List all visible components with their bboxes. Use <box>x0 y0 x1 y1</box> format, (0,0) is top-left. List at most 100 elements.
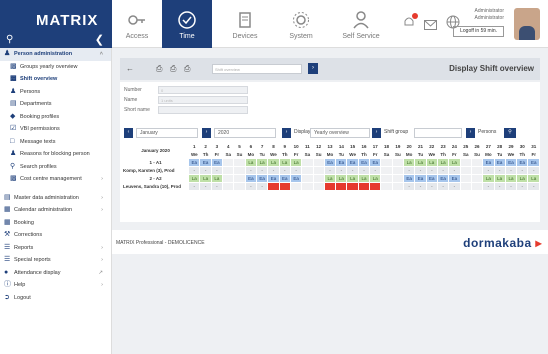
schedule-cell[interactable]: La <box>493 174 506 183</box>
schedule-cell[interactable]: La <box>482 174 495 183</box>
schedule-cell[interactable] <box>233 182 246 191</box>
schedule-cell[interactable]: La <box>278 158 291 167</box>
schedule-cell[interactable]: Ea <box>482 158 495 167</box>
schedule-cell[interactable] <box>369 182 382 191</box>
schedule-cell[interactable]: - <box>335 166 348 175</box>
schedule-cell[interactable] <box>233 166 246 175</box>
shortname-field[interactable] <box>158 106 248 114</box>
next-button[interactable]: › <box>202 128 211 138</box>
sidebar-item-attendance-display[interactable]: ● Attendance display ↗ <box>0 267 111 280</box>
schedule-cell[interactable]: Ea <box>255 174 269 183</box>
schedule-cell[interactable]: - <box>493 166 506 175</box>
schedule-cell[interactable]: Ea <box>346 158 359 167</box>
schedule-cell[interactable]: - <box>403 166 416 175</box>
schedule-cell[interactable]: - <box>527 182 540 191</box>
schedule-cell[interactable]: La <box>188 174 201 183</box>
printer-icon[interactable]: ⎙ <box>156 64 162 74</box>
schedule-cell[interactable] <box>357 182 371 191</box>
sidebar-item-reports[interactable]: ☰ Reports › <box>0 242 111 255</box>
schedule-cell[interactable]: La <box>323 174 337 183</box>
schedule-cell[interactable]: - <box>369 166 382 175</box>
schedule-cell[interactable]: - <box>504 182 518 191</box>
schedule-cell[interactable]: La <box>448 158 461 167</box>
sidebar-item-message-texts[interactable]: □ Message texts <box>0 136 111 149</box>
schedule-cell[interactable]: - <box>482 182 495 191</box>
back-icon[interactable]: ← <box>126 64 134 73</box>
schedule-cell[interactable]: La <box>504 174 518 183</box>
persons-button[interactable]: › <box>466 128 475 138</box>
schedule-cell[interactable]: La <box>425 158 438 167</box>
schedule-cell[interactable]: La <box>267 158 280 167</box>
schedule-cell[interactable]: Ea <box>493 158 506 167</box>
name-field[interactable]: 1 units <box>158 96 248 104</box>
schedule-cell[interactable] <box>222 158 235 167</box>
schedule-cell[interactable]: La <box>335 174 348 183</box>
schedule-cell[interactable]: - <box>482 166 495 175</box>
schedule-cell[interactable] <box>459 174 472 183</box>
schedule-cell[interactable]: La <box>289 158 303 167</box>
schedule-cell[interactable]: - <box>278 166 291 175</box>
schedule-cell[interactable] <box>391 166 405 175</box>
schedule-cell[interactable]: - <box>425 166 438 175</box>
schedule-cell[interactable]: Ea <box>335 158 348 167</box>
sidebar-item-reasons-blocking[interactable]: ♟ Reasons for blocking person <box>0 148 111 161</box>
schedule-cell[interactable]: - <box>267 166 280 175</box>
schedule-cell[interactable]: Ea <box>289 174 303 183</box>
schedule-cell[interactable]: La <box>403 158 416 167</box>
schedule-cell[interactable]: - <box>414 182 427 191</box>
schedule-cell[interactable]: La <box>436 158 450 167</box>
schedule-cell[interactable] <box>391 174 405 183</box>
sidebar-item-logout[interactable]: ➲ Logout <box>0 292 111 305</box>
schedule-cell[interactable] <box>459 158 472 167</box>
schedule-cell[interactable] <box>346 182 359 191</box>
schedule-cell[interactable]: La <box>255 158 269 167</box>
schedule-cell[interactable] <box>301 174 314 183</box>
printer-icon[interactable]: ⎙ <box>170 64 176 74</box>
sidebar-item-persons[interactable]: ♟ Persons <box>0 86 111 99</box>
sidebar-item-vbi-permissions[interactable]: ☑ VBI permissions <box>0 123 111 136</box>
schedule-cell[interactable]: - <box>516 182 529 191</box>
schedule-cell[interactable]: - <box>210 166 224 175</box>
logout-button[interactable]: Logoff in 59 min. <box>453 26 504 37</box>
schedule-cell[interactable]: - <box>493 182 506 191</box>
schedule-cell[interactable]: Ea <box>516 158 529 167</box>
schedule-cell[interactable] <box>380 166 393 175</box>
schedule-cell[interactable]: La <box>414 158 427 167</box>
sidebar-item-groups-yearly-overview[interactable]: ▩ Groups yearly overview <box>0 61 111 74</box>
schedule-cell[interactable]: - <box>436 182 450 191</box>
schedule-cell[interactable] <box>312 158 325 167</box>
schedule-cell[interactable]: Ea <box>323 158 337 167</box>
schedule-cell[interactable]: - <box>199 182 212 191</box>
schedule-cell[interactable]: Ea <box>188 158 201 167</box>
sidebar-item-shift-overview[interactable]: ▩ Shift overview <box>0 73 111 86</box>
number-field[interactable]: 0 <box>158 86 248 94</box>
schedule-cell[interactable]: La <box>357 174 371 183</box>
schedule-cell[interactable]: La <box>199 174 212 183</box>
search-icon[interactable]: ⚲ <box>6 34 13 45</box>
prev-button[interactable]: ‹ <box>124 128 133 138</box>
schedule-cell[interactable]: La <box>210 174 224 183</box>
schedule-cell[interactable] <box>391 158 405 167</box>
schedule-cell[interactable]: La <box>346 174 359 183</box>
sidebar-item-booking-profiles[interactable]: ◆ Booking profiles <box>0 111 111 124</box>
schedule-cell[interactable]: - <box>188 182 201 191</box>
schedule-cell[interactable]: - <box>289 166 303 175</box>
sidebar-item-corrections[interactable]: ⚒ Corrections <box>0 229 111 242</box>
chevron-left-icon[interactable]: ❮ <box>95 33 104 46</box>
schedule-cell[interactable]: - <box>448 166 461 175</box>
schedule-cell[interactable] <box>459 166 472 175</box>
schedule-cell[interactable] <box>222 182 235 191</box>
schedule-cell[interactable]: Ea <box>244 174 258 183</box>
schedule-cell[interactable]: - <box>516 166 529 175</box>
schedule-cell[interactable]: Ea <box>278 174 291 183</box>
schedule-cell[interactable] <box>233 158 246 167</box>
schedule-cell[interactable] <box>301 158 314 167</box>
schedule-cell[interactable]: - <box>323 166 337 175</box>
schedule-cell[interactable] <box>222 174 235 183</box>
schedule-cell[interactable]: Ea <box>425 174 438 183</box>
display-button[interactable]: › <box>282 128 291 138</box>
sidebar-section-person-administration[interactable]: ♟ Person administration ˄ <box>0 48 111 61</box>
schedule-cell[interactable]: - <box>504 166 518 175</box>
schedule-cell[interactable]: - <box>199 166 212 175</box>
schedule-cell[interactable] <box>391 182 405 191</box>
